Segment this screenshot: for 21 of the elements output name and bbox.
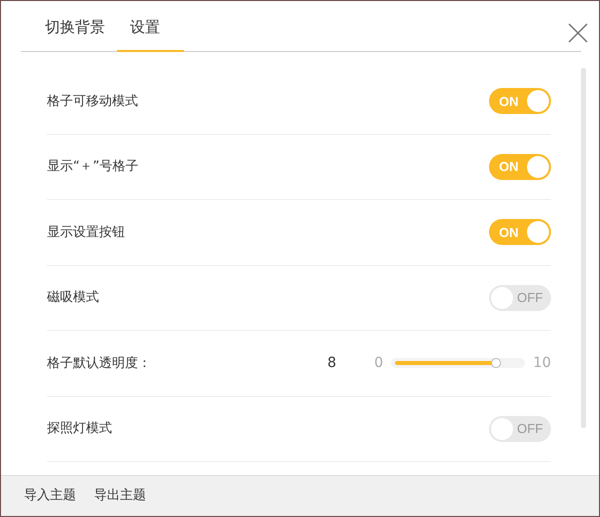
setting-label: 显示“＋”号格子 [47,158,138,176]
toggle-switch[interactable]: OFF [489,284,551,311]
tab[interactable]: 切换背景 [45,16,117,52]
toggle-switch[interactable]: ON [489,219,551,246]
setting-label: 磁吸模式 [47,289,99,307]
toggle-switch[interactable]: OFF [489,416,551,442]
setting-label: 显示设置按钮 [47,224,125,242]
setting-label: 探照灯模式 [47,420,112,438]
setting-label: 格子默认透明度： [47,354,151,372]
slider-track[interactable] [391,358,526,368]
slider-min-label: 0 [374,354,384,373]
slider-max-label: 10 [533,354,551,373]
slider-value: 8 [327,354,336,373]
footer-button[interactable]: 导出主题 [94,486,146,506]
toggle-switch[interactable]: ON [489,88,551,114]
footer-button[interactable]: 导入主题 [24,486,76,506]
scrollbar[interactable] [581,68,586,428]
toggle-switch[interactable]: ON [489,154,551,180]
setting-label: 格子可移动模式 [47,92,138,110]
slider-thumb[interactable] [490,358,501,368]
tab[interactable]: 设置 [117,16,184,52]
